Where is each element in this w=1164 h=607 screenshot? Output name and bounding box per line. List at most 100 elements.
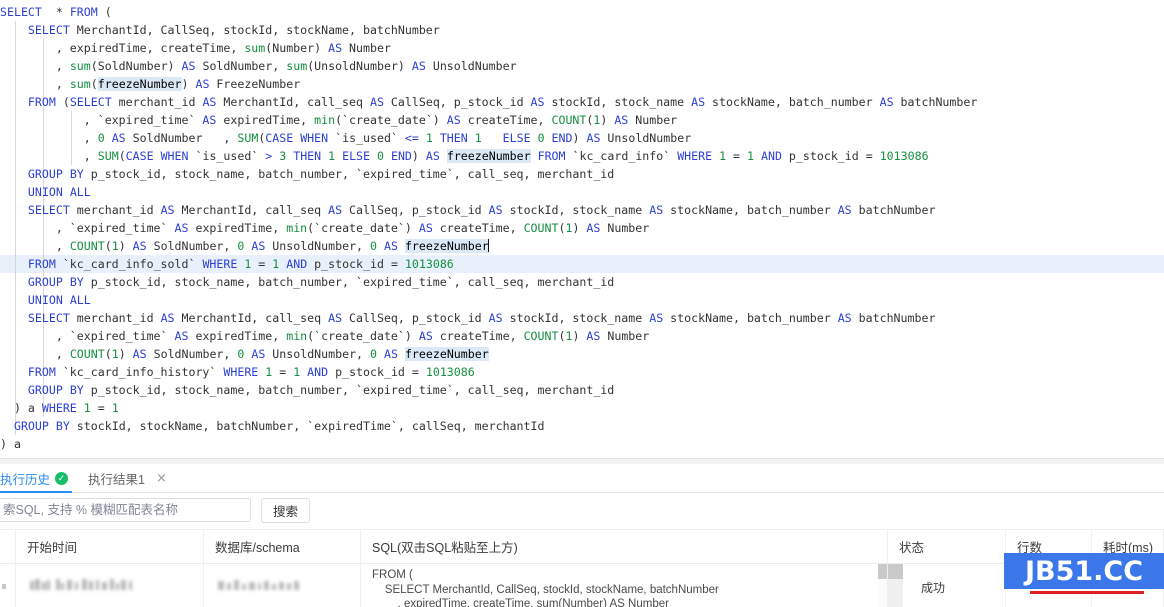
cell-sql[interactable]: FROM ( SELECT MerchantId, CallSeq, stock… bbox=[361, 564, 888, 607]
code-line[interactable]: , sum(SoldNumber) AS SoldNumber, sum(Uns… bbox=[0, 57, 1164, 75]
code-line[interactable]: ) a bbox=[0, 435, 1164, 453]
code-token: p_stock_id, stock_name, batch_number, `e… bbox=[83, 383, 615, 397]
code-token: 1 bbox=[474, 131, 482, 145]
code-token: <= bbox=[404, 131, 419, 145]
code-token: batchNumber bbox=[851, 203, 936, 217]
code-token: ) a bbox=[0, 437, 21, 451]
code-token: AS bbox=[251, 347, 266, 361]
code-token: AS bbox=[488, 311, 503, 325]
code-token: p_stock_id = bbox=[328, 365, 426, 379]
code-token: AS bbox=[446, 113, 461, 127]
text-cursor bbox=[487, 239, 489, 252]
code-token: FROM bbox=[27, 257, 56, 271]
code-token: AS bbox=[328, 203, 343, 217]
history-table: 开始时间 数据库/schema SQL(双击SQL粘贴至上方) 状态 行数 耗时… bbox=[0, 529, 1164, 607]
code-line[interactable]: SELECT * FROM ( bbox=[0, 3, 1164, 21]
code-token: END bbox=[390, 149, 412, 163]
code-token: SoldNumber, bbox=[146, 239, 238, 253]
code-line[interactable]: , SUM(CASE WHEN `is_used` > 3 THEN 1 ELS… bbox=[0, 147, 1164, 165]
code-token: Number bbox=[342, 41, 391, 55]
code-token: MerchantId, call_seq bbox=[216, 95, 370, 109]
code-line[interactable]: , COUNT(1) AS SoldNumber, 0 AS UnsoldNum… bbox=[0, 237, 1164, 255]
code-line[interactable]: GROUP BY p_stock_id, stock_name, batch_n… bbox=[0, 381, 1164, 399]
code-token: stockId, stock_name bbox=[544, 95, 692, 109]
code-token: AND bbox=[761, 149, 782, 163]
code-token: AS bbox=[251, 239, 266, 253]
code-token: merchant_id bbox=[69, 203, 161, 217]
code-token: `kc_card_info_history` bbox=[55, 365, 224, 379]
watermark-underline bbox=[1030, 591, 1144, 594]
code-line[interactable]: GROUP BY p_stock_id, stock_name, batch_n… bbox=[0, 273, 1164, 291]
code-token: UNION bbox=[27, 293, 63, 307]
code-token: CallSeq, p_stock_id bbox=[383, 95, 531, 109]
code-line[interactable]: UNION ALL bbox=[0, 183, 1164, 201]
code-token: (`create_date`) bbox=[307, 329, 419, 343]
code-line[interactable]: SELECT merchant_id AS MerchantId, call_s… bbox=[0, 201, 1164, 219]
cell-sql-scrollbar[interactable] bbox=[878, 564, 887, 607]
code-token: UnsoldNumber bbox=[600, 131, 692, 145]
search-button[interactable]: 搜索 bbox=[261, 497, 311, 523]
code-line[interactable]: , `expired_time` AS expiredTime, min(`cr… bbox=[0, 219, 1164, 237]
code-token: stockName, batch_number bbox=[663, 203, 838, 217]
code-token: merchant_id bbox=[69, 311, 161, 325]
code-token: , bbox=[0, 77, 70, 91]
cell-sql-scroll-thumb[interactable] bbox=[878, 564, 887, 579]
code-token: sum bbox=[244, 41, 266, 55]
tab-execution-history-label: 执行历史 bbox=[0, 472, 51, 487]
highlighted-token: freezeNumber bbox=[404, 239, 489, 253]
code-line[interactable]: , 0 AS SoldNumber , SUM(CASE WHEN `is_us… bbox=[0, 129, 1164, 147]
code-line[interactable]: FROM (SELECT merchant_id AS MerchantId, … bbox=[0, 93, 1164, 111]
code-token: AS bbox=[328, 41, 343, 55]
code-token: ) bbox=[600, 113, 615, 127]
sql-editor[interactable]: SELECT * FROM ( SELECT MerchantId, CallS… bbox=[0, 0, 1164, 458]
code-token: BY bbox=[55, 419, 70, 433]
code-line[interactable]: , COUNT(1) AS SoldNumber, 0 AS UnsoldNum… bbox=[0, 345, 1164, 363]
code-token: * bbox=[41, 5, 70, 19]
history-table-header: 开始时间 数据库/schema SQL(双击SQL粘贴至上方) 状态 行数 耗时… bbox=[0, 530, 1164, 564]
code-token: ) bbox=[118, 347, 133, 361]
code-token: ) bbox=[572, 329, 587, 343]
panel-search-row: 搜索 bbox=[0, 493, 1164, 527]
code-line[interactable]: SELECT merchant_id AS MerchantId, call_s… bbox=[0, 309, 1164, 327]
code-token: SoldNumber, bbox=[146, 347, 238, 361]
code-token: ALL bbox=[69, 293, 91, 307]
code-token: , bbox=[0, 131, 98, 145]
code-token: WHEN bbox=[300, 131, 329, 145]
code-token: stockId, stock_name bbox=[502, 311, 650, 325]
code-token: GROUP bbox=[27, 275, 63, 289]
code-token: UnsoldNumber, bbox=[265, 239, 371, 253]
code-line[interactable]: SELECT MerchantId, CallSeq, stockId, sto… bbox=[0, 21, 1164, 39]
watermark-text: JB51.CC bbox=[1024, 555, 1144, 587]
code-line[interactable]: GROUP BY p_stock_id, stock_name, batch_n… bbox=[0, 165, 1164, 183]
search-input[interactable] bbox=[0, 498, 251, 522]
tab-execution-result-1[interactable]: 执行结果1 × bbox=[78, 464, 177, 492]
code-token: `is_used` bbox=[188, 149, 266, 163]
code-token: (Number) bbox=[265, 41, 329, 55]
code-line[interactable]: GROUP BY stockId, stockName, batchNumber… bbox=[0, 417, 1164, 435]
code-token: FROM bbox=[69, 5, 98, 19]
code-line[interactable]: UNION ALL bbox=[0, 291, 1164, 309]
code-line[interactable]: , `expired_time` AS expiredTime, min(`cr… bbox=[0, 327, 1164, 345]
sql-editor-code[interactable]: SELECT * FROM ( SELECT MerchantId, CallS… bbox=[0, 0, 1164, 453]
code-line[interactable]: , `expired_time` AS expiredTime, min(`cr… bbox=[0, 111, 1164, 129]
code-token: AS bbox=[586, 329, 601, 343]
close-icon[interactable]: × bbox=[156, 471, 167, 486]
code-line[interactable]: ) a WHERE 1 = 1 bbox=[0, 399, 1164, 417]
code-line[interactable]: , expiredTime, createTime, sum(Number) A… bbox=[0, 39, 1164, 57]
code-token: , bbox=[0, 149, 98, 163]
table-row[interactable]: FROM ( SELECT MerchantId, CallSeq, stock… bbox=[0, 564, 1164, 607]
code-token: COUNT bbox=[523, 329, 559, 343]
code-token: = bbox=[726, 149, 748, 163]
tab-execution-history[interactable]: 执行历史 ✓ bbox=[0, 464, 78, 493]
code-line[interactable]: FROM `kc_card_info_history` WHERE 1 = 1 … bbox=[0, 363, 1164, 381]
code-token: AS bbox=[418, 329, 433, 343]
code-token: AS bbox=[488, 203, 503, 217]
code-token: batchNumber bbox=[851, 311, 936, 325]
code-line[interactable]: FROM `kc_card_info_sold` WHERE 1 = 1 AND… bbox=[0, 255, 1164, 273]
code-token: UNION bbox=[27, 185, 63, 199]
code-line[interactable]: , sum(freezeNumber) AS FreezeNumber bbox=[0, 75, 1164, 93]
